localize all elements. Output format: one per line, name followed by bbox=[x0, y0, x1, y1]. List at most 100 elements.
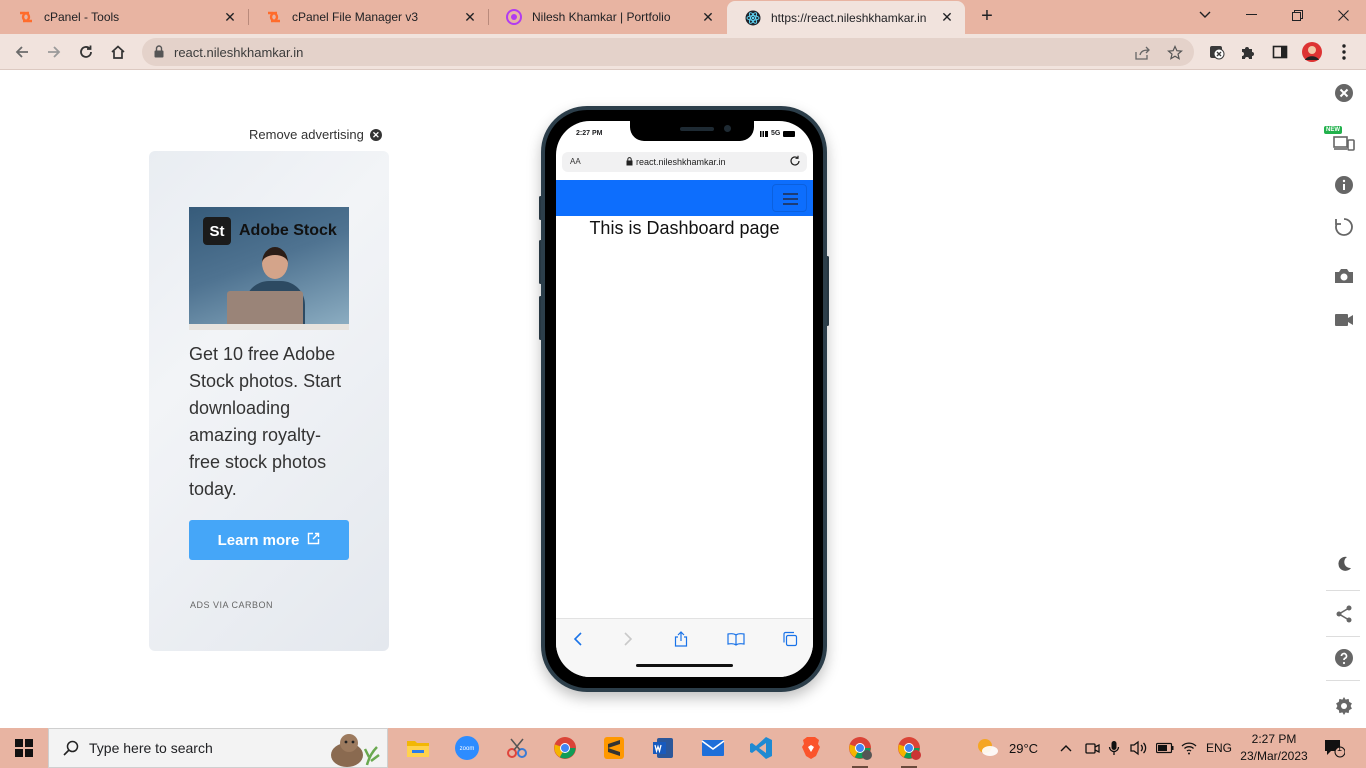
status-time: 2:27 PM bbox=[576, 130, 603, 137]
tab-react-dashboard[interactable]: https://react.nileshkhamkar.in ✕ bbox=[727, 1, 965, 34]
tab-title: cPanel File Manager v3 bbox=[292, 10, 419, 24]
safari-share-icon[interactable] bbox=[671, 629, 691, 649]
share-nodes-icon[interactable] bbox=[1332, 602, 1356, 626]
safari-url: react.nileshkhamkar.in bbox=[636, 157, 726, 167]
clock-time: 2:27 PM bbox=[1251, 732, 1297, 746]
chrome-profile-icon[interactable] bbox=[846, 734, 874, 768]
notification-center-icon[interactable]: 1 bbox=[1323, 728, 1345, 768]
lock-icon bbox=[626, 157, 633, 168]
avatar[interactable] bbox=[1302, 42, 1322, 62]
search-icon bbox=[63, 740, 79, 756]
safari-bookmarks-icon[interactable] bbox=[726, 629, 746, 649]
status-icons: 5G bbox=[760, 130, 796, 137]
reload-icon[interactable] bbox=[74, 40, 98, 64]
tab-title: https://react.nileshkhamkar.in bbox=[771, 10, 927, 25]
clock-date: 23/Mar/2023 bbox=[1240, 749, 1308, 763]
phone-notch bbox=[630, 121, 754, 141]
zoom-icon[interactable]: zoom bbox=[453, 734, 481, 762]
home-icon[interactable] bbox=[106, 40, 130, 64]
home-indicator bbox=[636, 664, 733, 667]
ad-image[interactable]: St Adobe Stock bbox=[189, 207, 349, 330]
react-icon bbox=[745, 10, 761, 26]
weather-temp: 29°C bbox=[1009, 740, 1039, 756]
bookmark-star-icon[interactable] bbox=[1166, 44, 1184, 62]
speaker-icon[interactable] bbox=[1130, 728, 1148, 768]
tab-portfolio[interactable]: Nilesh Khamkar | Portfolio ✕ bbox=[488, 0, 726, 34]
chrome-active-icon[interactable] bbox=[895, 734, 923, 768]
notification-count: 1 bbox=[1337, 743, 1343, 753]
forward-icon[interactable] bbox=[42, 40, 66, 64]
chrome-icon[interactable] bbox=[551, 734, 579, 762]
minimize-icon[interactable] bbox=[1228, 0, 1274, 30]
ads-via-carbon[interactable]: ADS VIA CARBON bbox=[190, 600, 273, 610]
input-language[interactable]: ENG bbox=[1206, 728, 1232, 768]
microphone-icon[interactable] bbox=[1108, 728, 1120, 768]
sublime-text-icon[interactable] bbox=[600, 734, 628, 762]
taskbar: Type here to search zoom 29°C ENG 2:27 P… bbox=[0, 728, 1366, 768]
tab-cpanel-file-manager[interactable]: cPanel File Manager v3 ✕ bbox=[248, 0, 488, 34]
tab-search-icon[interactable] bbox=[1182, 0, 1228, 30]
settings-gear-icon[interactable] bbox=[1332, 694, 1356, 718]
close-window-icon[interactable] bbox=[1320, 0, 1366, 30]
tab-cpanel-tools[interactable]: cPanel - Tools ✕ bbox=[0, 0, 248, 34]
rail-divider bbox=[1326, 680, 1360, 681]
address-url: react.nileshkhamkar.in bbox=[174, 45, 304, 60]
side-panel-icon[interactable] bbox=[1270, 42, 1290, 62]
restore-icon[interactable] bbox=[1274, 0, 1320, 30]
cpanel-icon bbox=[18, 9, 34, 25]
safari-tabs-icon[interactable] bbox=[780, 629, 800, 649]
back-icon[interactable] bbox=[10, 40, 34, 64]
weather-widget[interactable]: 29°C bbox=[975, 728, 1038, 768]
cpanel-icon bbox=[266, 9, 282, 25]
search-highlight-beaver-icon bbox=[323, 731, 383, 767]
brave-browser-icon[interactable] bbox=[797, 734, 825, 762]
file-explorer-icon[interactable] bbox=[404, 734, 432, 762]
devices-icon[interactable] bbox=[1332, 130, 1356, 154]
extension-window-icon[interactable] bbox=[1207, 42, 1227, 62]
snipping-tool-icon[interactable] bbox=[503, 734, 531, 762]
microsoft-word-icon[interactable] bbox=[649, 734, 677, 762]
close-circle-icon[interactable] bbox=[1332, 81, 1356, 105]
extensions-puzzle-icon[interactable] bbox=[1238, 42, 1258, 62]
close-tab-icon[interactable]: ✕ bbox=[939, 9, 955, 26]
more-menu-icon[interactable] bbox=[1334, 42, 1354, 62]
hamburger-menu-icon[interactable] bbox=[772, 184, 807, 212]
learn-more-button[interactable]: Learn more bbox=[189, 520, 349, 560]
safari-forward-icon[interactable] bbox=[618, 629, 638, 649]
battery-icon[interactable] bbox=[1156, 728, 1174, 768]
dark-mode-moon-icon[interactable] bbox=[1332, 552, 1356, 576]
reload-icon[interactable] bbox=[789, 155, 801, 170]
learn-more-label: Learn more bbox=[217, 531, 300, 549]
desk bbox=[189, 324, 349, 330]
remove-advertising-link[interactable]: Remove advertising ✕ bbox=[249, 127, 382, 142]
wifi-icon[interactable] bbox=[1181, 728, 1197, 768]
meet-now-icon[interactable] bbox=[1084, 728, 1100, 768]
new-tab-button[interactable]: + bbox=[976, 5, 998, 27]
vscode-icon[interactable] bbox=[747, 734, 775, 762]
safari-back-icon[interactable] bbox=[568, 629, 588, 649]
tab-strip: cPanel - Tools ✕ cPanel File Manager v3 … bbox=[0, 0, 1366, 34]
share-icon[interactable] bbox=[1134, 44, 1152, 62]
rotate-icon[interactable] bbox=[1332, 215, 1356, 239]
mail-icon[interactable] bbox=[699, 734, 727, 762]
camera-icon[interactable] bbox=[1332, 264, 1356, 288]
safari-address-bar[interactable]: AA react.nileshkhamkar.in bbox=[562, 152, 807, 172]
close-tab-icon[interactable]: ✕ bbox=[462, 9, 478, 26]
close-tab-icon[interactable]: ✕ bbox=[222, 9, 238, 26]
battery-icon bbox=[783, 130, 796, 137]
close-circle-icon: ✕ bbox=[369, 128, 382, 141]
rail-divider bbox=[1326, 590, 1360, 591]
taskbar-clock[interactable]: 2:27 PM 23/Mar/2023 bbox=[1240, 731, 1308, 765]
address-bar[interactable]: react.nileshkhamkar.in bbox=[142, 38, 1194, 66]
taskbar-search-box[interactable]: Type here to search bbox=[48, 728, 388, 768]
portfolio-icon bbox=[506, 9, 522, 25]
info-icon[interactable] bbox=[1332, 173, 1356, 197]
video-icon[interactable] bbox=[1332, 308, 1356, 332]
zoom-label: zoom bbox=[460, 746, 475, 752]
text-size-button[interactable]: AA bbox=[570, 157, 581, 166]
close-tab-icon[interactable]: ✕ bbox=[700, 9, 716, 26]
show-hidden-icons[interactable] bbox=[1060, 728, 1072, 768]
help-icon[interactable] bbox=[1332, 646, 1356, 670]
adobe-stock-logo: St Adobe Stock bbox=[203, 217, 337, 245]
windows-start-icon[interactable] bbox=[0, 728, 48, 768]
